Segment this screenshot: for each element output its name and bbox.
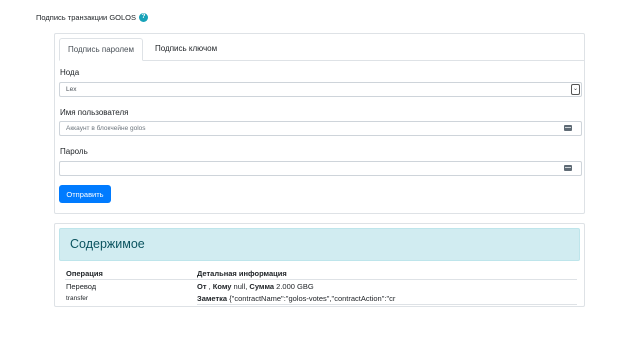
operation-code: transfer <box>66 295 89 302</box>
help-icon[interactable]: ? <box>139 13 149 22</box>
memo-value: {"contractName":"golos-votes","contractA… <box>227 294 396 303</box>
password-manager-icon[interactable] <box>564 125 572 131</box>
submit-button[interactable]: Отправить <box>59 185 111 203</box>
node-select[interactable]: Lex ⌄ <box>59 82 582 97</box>
column-header-operation: Операция <box>66 269 103 278</box>
memo-label: Заметка <box>197 294 228 303</box>
tab-bar: Подпись паролем Подпись ключом <box>59 38 584 61</box>
from-label: От <box>197 282 207 291</box>
sign-card: Подпись паролем Подпись ключом Нода Lex … <box>54 33 585 214</box>
tab-password-sign[interactable]: Подпись паролем <box>59 38 144 61</box>
content-header: Содержимое <box>59 228 580 261</box>
page-title: Подпись транзакции GOLOS ? <box>36 13 149 22</box>
password-label: Пароль <box>60 147 88 156</box>
content-title: Содержимое <box>70 237 145 251</box>
password-input[interactable] <box>59 161 582 176</box>
node-label: Нода <box>60 68 80 77</box>
amount-value: 2.000 GBG <box>274 282 314 291</box>
to-value: null, <box>231 282 250 291</box>
amount-label: Сумма <box>249 282 275 291</box>
table-divider <box>65 279 577 280</box>
tab-key-sign[interactable]: Подпись ключом <box>147 38 225 60</box>
username-input[interactable]: Аккаунт в блокчейне golos <box>59 121 582 136</box>
table-divider <box>197 304 577 305</box>
page-title-text: Подпись транзакции GOLOS <box>36 13 137 22</box>
details-line-1: От , Кому null, Сумма 2.000 GBG <box>197 282 314 291</box>
details-line-2: Заметка {"contractName":"golos-votes","c… <box>197 294 395 303</box>
chevron-down-icon[interactable]: ⌄ <box>571 84 580 95</box>
column-header-details: Детальная информация <box>197 269 287 278</box>
password-manager-icon[interactable] <box>564 165 572 171</box>
node-select-value: Lex <box>66 86 77 93</box>
operation-label: Перевод <box>66 282 97 291</box>
username-placeholder: Аккаунт в блокчейне golos <box>66 125 146 132</box>
content-card: Содержимое Операция Детальная информация… <box>54 223 585 307</box>
to-label: Кому <box>212 282 232 291</box>
username-label: Имя пользователя <box>60 108 129 117</box>
